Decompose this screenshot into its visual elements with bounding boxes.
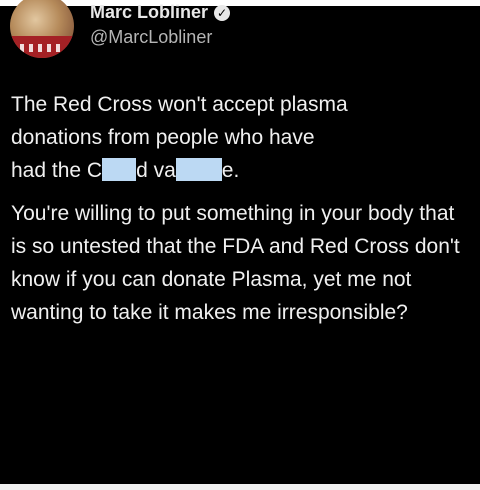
author-handle[interactable]: @MarcLobliner [90, 27, 212, 48]
verified-badge-icon: ✓ [214, 5, 231, 21]
redaction-box [102, 158, 137, 181]
tweet-paragraph-1: The Red Cross won't accept plasma donati… [11, 88, 473, 187]
tweet-line-3a: had the C [11, 159, 103, 182]
tweet-line-1: The Red Cross won't accept plasma [11, 93, 348, 116]
top-border [0, 0, 480, 6]
avatar[interactable] [10, 0, 74, 58]
author-name[interactable]: Marc Lobliner ✓ [90, 2, 231, 23]
tweet-line-2: donations from people who have [11, 126, 315, 149]
tweet-card: Marc Lobliner ✓ @MarcLobliner The Red Cro… [0, 0, 480, 490]
tweet-line-3b: d va [136, 159, 176, 182]
redaction-box [175, 158, 222, 181]
author-name-text: Marc Lobliner [90, 2, 209, 22]
avatar-pattern [20, 44, 64, 52]
tweet-text: The Red Cross won't accept plasma donati… [11, 88, 473, 329]
tweet-paragraph-2: You're willing to put something in your … [11, 202, 460, 324]
tweet-line-3c: e. [221, 159, 240, 182]
bottom-border [0, 484, 480, 490]
